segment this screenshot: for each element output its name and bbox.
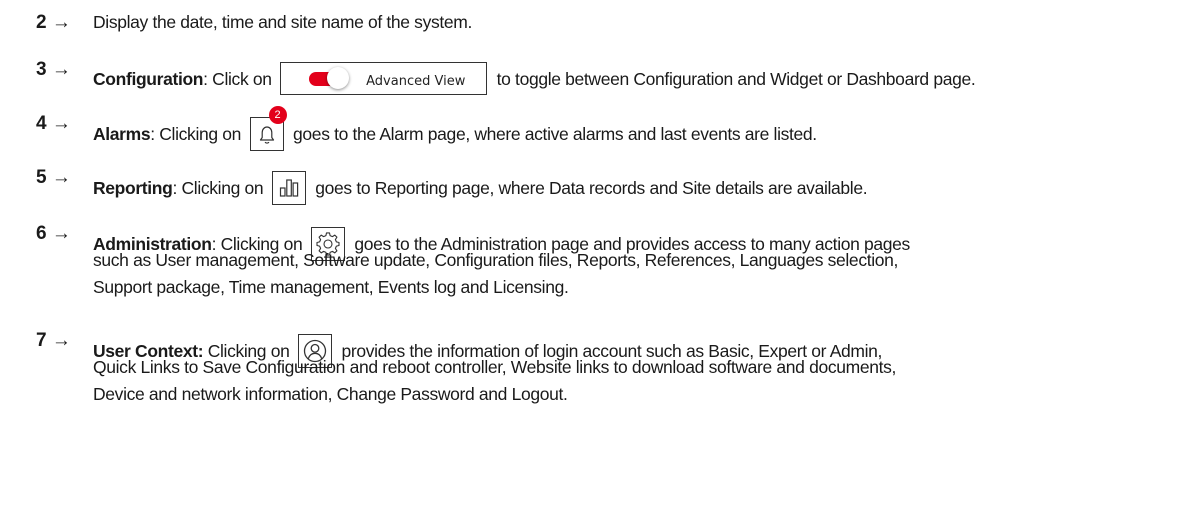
alarms-button[interactable]: 2 (249, 106, 287, 151)
item-text-line-3: Device and network information, Change P… (93, 384, 568, 404)
item-title: Configuration (93, 69, 204, 89)
item-number: 6 → (36, 223, 71, 244)
advanced-view-toggle[interactable]: Advanced View (280, 62, 488, 95)
alarm-count-badge: 2 (268, 106, 287, 124)
item-text-line-3: Support package, Time management, Events… (93, 277, 569, 297)
item-number: 7 → (36, 330, 71, 351)
bar-chart-icon (279, 179, 298, 197)
item-text: Configuration: Click on Advanced View to… (93, 58, 1173, 95)
item-number: 2 → (36, 12, 71, 33)
item-title: Reporting (93, 178, 173, 198)
item-text-line-2: Quick Links to Save Configuration and re… (93, 357, 897, 377)
item-title: Alarms (93, 124, 151, 144)
item-text: Alarms: Clicking on 2 goes to the Alarm … (93, 106, 1173, 151)
item-number: 3 → (36, 59, 71, 80)
item-text-line-2: such as User management, Software update… (93, 250, 899, 270)
toggle-label: Advanced View (366, 74, 466, 89)
toggle-knob (327, 67, 350, 89)
item-number: 4 → (36, 113, 71, 134)
item-number: 5 → (36, 167, 71, 188)
item-text: Display the date, time and site name of … (93, 12, 473, 32)
item-text: Reporting: Clicking on goes to Reporting… (93, 166, 1173, 205)
reporting-button[interactable] (271, 171, 306, 205)
